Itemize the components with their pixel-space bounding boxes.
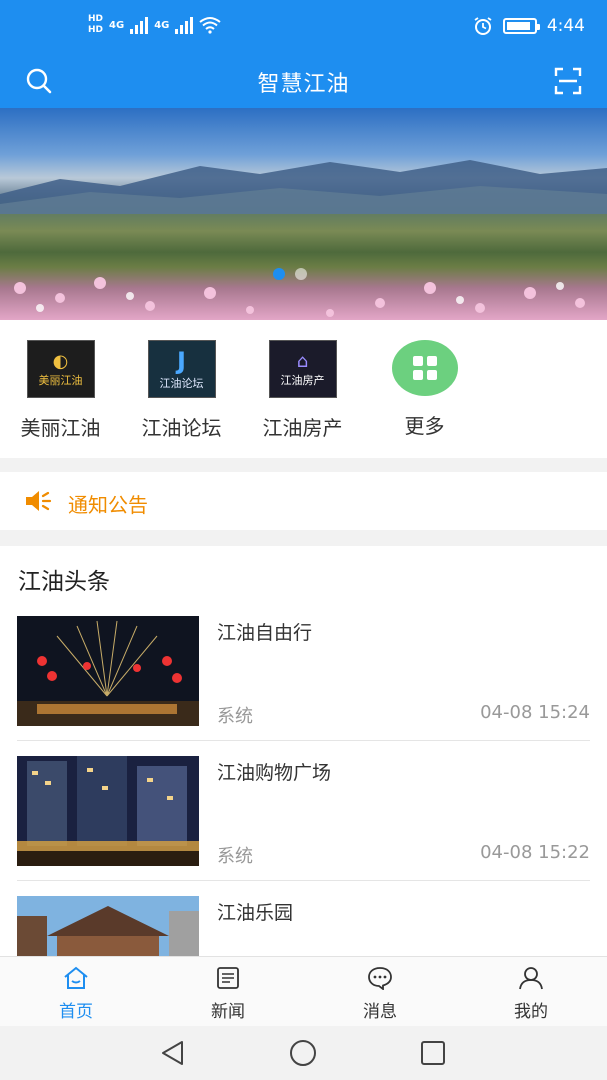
headlines-section: 江油头条 江油自由行 系统 04-08 15:24 江油购物广场 系统 04-0… bbox=[0, 546, 607, 956]
battery-fill bbox=[506, 22, 531, 30]
app-bar: 智慧江油 bbox=[0, 56, 607, 108]
wifi-icon bbox=[199, 17, 221, 34]
hd-badge-2: HD bbox=[88, 25, 104, 35]
hd-badge-1: HD bbox=[88, 14, 104, 24]
banner-carousel[interactable] bbox=[0, 108, 607, 320]
jiangyou-forum-logo: J 江油论坛 bbox=[147, 340, 216, 398]
tab-news[interactable]: 新闻 bbox=[152, 965, 304, 1022]
news-item[interactable]: 江油乐园 bbox=[0, 826, 607, 956]
news-title: 江油乐园 bbox=[217, 902, 294, 924]
signal-label-1: 4G bbox=[109, 19, 125, 31]
news-title: 江油购物广场 bbox=[217, 762, 332, 784]
carousel-dot[interactable] bbox=[295, 268, 307, 280]
alarm-icon bbox=[474, 17, 492, 35]
jiangyou-realestate-logo: ⌂ 江油房产 bbox=[268, 340, 337, 398]
shortcut-jiangyou-forum[interactable]: J 江油论坛 江油论坛 bbox=[121, 340, 242, 441]
home-icon bbox=[64, 966, 88, 989]
bottom-tab-bar: 首页 新闻 消息 我的 bbox=[0, 956, 607, 1026]
tab-label: 我的 bbox=[514, 1002, 548, 1022]
signal-label-2: 4G bbox=[154, 19, 170, 31]
notice-bar[interactable]: 通知公告 bbox=[0, 472, 607, 530]
signal-icon-2 bbox=[175, 16, 194, 34]
shortcut-label: 江油房产 bbox=[262, 416, 343, 440]
tab-label: 消息 bbox=[363, 1002, 397, 1022]
clock: 4:44 bbox=[546, 16, 585, 36]
news-thumbnail bbox=[17, 896, 199, 956]
status-bar: HD HD 4G 4G 4:44 bbox=[0, 0, 607, 56]
banner-flowers bbox=[14, 277, 585, 317]
tab-messages[interactable]: 消息 bbox=[304, 965, 456, 1022]
speaker-icon bbox=[26, 491, 52, 511]
shortcut-label: 美丽江油 bbox=[20, 416, 101, 440]
notice-label: 通知公告 bbox=[68, 493, 148, 517]
home-circle-icon[interactable] bbox=[288, 1038, 318, 1068]
shortcut-grid: ◐ 美丽江油 美丽江油 J 江油论坛 江油论坛 ⌂ 江油房产 江油房产 更多 bbox=[0, 320, 607, 458]
shortcut-label: 更多 bbox=[404, 414, 445, 438]
carousel-dot[interactable] bbox=[273, 268, 285, 280]
hd-badges: HD HD bbox=[88, 14, 103, 36]
profile-icon bbox=[519, 967, 543, 990]
signal-icon-1 bbox=[130, 16, 149, 34]
banner-mountains bbox=[0, 160, 607, 214]
meili-jiangyou-logo: ◐ 美丽江油 bbox=[26, 340, 95, 398]
system-nav-bar bbox=[0, 1026, 607, 1080]
scan-icon[interactable] bbox=[553, 66, 583, 96]
tab-label: 新闻 bbox=[211, 1002, 245, 1022]
news-item[interactable]: 江油自由行 系统 04-08 15:24 bbox=[0, 546, 607, 741]
recents-icon[interactable] bbox=[418, 1038, 448, 1068]
shortcut-jiangyou-realestate[interactable]: ⌂ 江油房产 江油房产 bbox=[242, 340, 363, 441]
battery-icon bbox=[502, 18, 540, 34]
status-right: 4:44 bbox=[473, 16, 585, 36]
news-item[interactable]: 江油购物广场 系统 04-08 15:22 bbox=[0, 686, 607, 881]
back-icon[interactable] bbox=[158, 1038, 188, 1068]
news-icon bbox=[217, 967, 239, 989]
tab-profile[interactable]: 我的 bbox=[455, 965, 607, 1022]
shortcut-label: 江油论坛 bbox=[141, 416, 222, 440]
shortcut-meili-jiangyou[interactable]: ◐ 美丽江油 美丽江油 bbox=[0, 340, 121, 441]
network-indicators: HD HD 4G 4G bbox=[88, 14, 221, 36]
grid-icon bbox=[391, 340, 458, 396]
page-title: 智慧江油 bbox=[257, 72, 350, 97]
tab-home[interactable]: 首页 bbox=[0, 965, 152, 1022]
news-title: 江油自由行 bbox=[217, 622, 313, 644]
message-icon bbox=[368, 967, 392, 990]
shortcut-more[interactable]: 更多 bbox=[364, 340, 485, 439]
tab-label: 首页 bbox=[59, 1002, 93, 1022]
